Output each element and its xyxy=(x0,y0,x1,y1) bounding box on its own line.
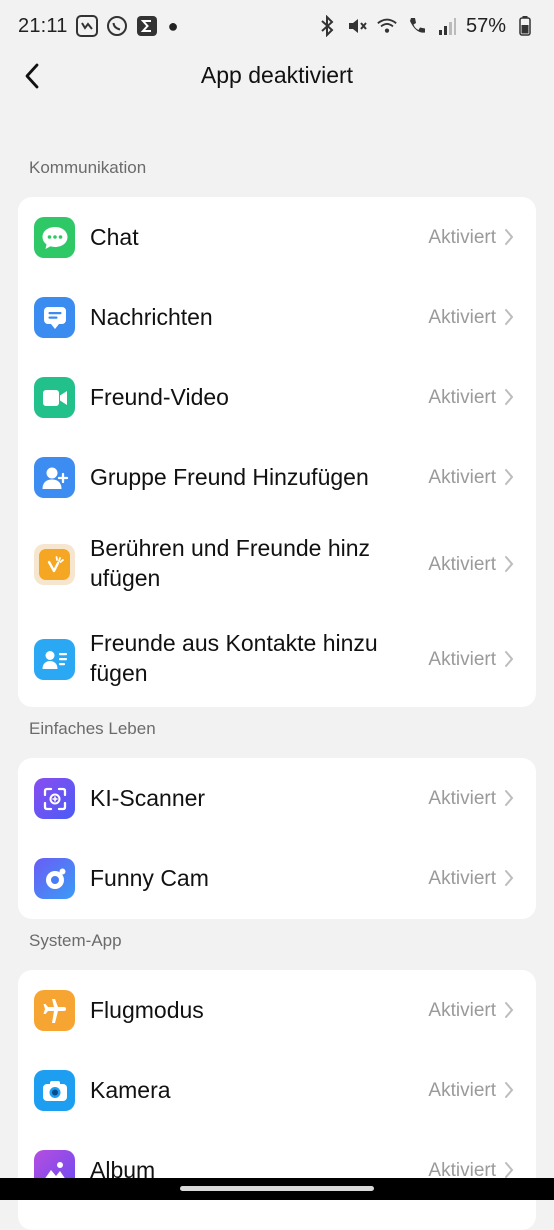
list-item-status: Aktiviert xyxy=(428,467,496,488)
list-item-status: Aktiviert xyxy=(428,1080,496,1101)
list-item-status: Aktiviert xyxy=(428,1000,496,1021)
list-item-label: Gruppe Freund Hinzufügen xyxy=(90,464,369,490)
list-item-status: Aktiviert xyxy=(428,307,496,328)
bluetooth-icon xyxy=(316,15,338,37)
card-einfaches-leben: KI-Scanner Aktiviert Funny Cam Aktiviert xyxy=(18,758,536,919)
status-bar-left: 21:11 ● xyxy=(18,15,178,38)
list-item-status: Aktiviert xyxy=(428,554,496,575)
list-item-ki-scanner[interactable]: KI-Scanner Aktiviert xyxy=(18,758,536,838)
card-kommunikation: Chat Aktiviert Nachrichten Aktiviert Fre… xyxy=(18,197,536,707)
list-item-funny-cam[interactable]: Funny Cam Aktiviert xyxy=(18,838,536,919)
list-item-label: Berühren und Freunde hinz ufügen xyxy=(90,535,371,591)
list-item-freunde-aus-kontakte[interactable]: Freunde aus Kontakte hinzu fügen Aktivie… xyxy=(18,611,536,707)
chat-bubble-icon xyxy=(34,217,75,258)
chevron-right-icon xyxy=(502,1160,516,1180)
chevron-right-icon xyxy=(502,467,516,487)
list-item-status: Aktiviert xyxy=(428,868,496,889)
airplane-icon xyxy=(34,990,75,1031)
funny-cam-icon xyxy=(34,858,75,899)
sigma-notification-icon xyxy=(136,15,158,37)
chevron-right-icon xyxy=(502,307,516,327)
list-item-chat[interactable]: Chat Aktiviert xyxy=(18,197,536,277)
contacts-icon xyxy=(34,639,75,680)
list-item-kamera[interactable]: Kamera Aktiviert xyxy=(18,1050,536,1130)
mute-icon xyxy=(346,15,368,37)
section-label-einfaches-leben: Einfaches Leben xyxy=(29,719,156,738)
message-icon xyxy=(34,297,75,338)
whatsapp-notification-icon xyxy=(106,15,128,37)
list-item-label: Funny Cam xyxy=(90,865,209,891)
wifi-call-icon xyxy=(376,15,398,37)
list-item-label: Flugmodus xyxy=(90,997,204,1023)
volte-call-icon xyxy=(406,15,428,37)
list-item-label: Nachrichten xyxy=(90,304,213,330)
list-item-status: Aktiviert xyxy=(428,227,496,248)
list-item-nachrichten[interactable]: Nachrichten Aktiviert xyxy=(18,277,536,357)
status-time: 21:11 xyxy=(18,14,68,37)
list-item-label: Freund-Video xyxy=(90,384,229,410)
chevron-right-icon xyxy=(502,1000,516,1020)
list-item-label: Freunde aus Kontakte hinzu fügen xyxy=(90,630,378,686)
chevron-right-icon xyxy=(502,387,516,407)
list-item-freund-video[interactable]: Freund-Video Aktiviert xyxy=(18,357,536,437)
status-bar: 21:11 ● 57% xyxy=(0,0,554,52)
list-item-label: Chat xyxy=(90,224,139,250)
list-item-gruppe-freund-hinzufuegen[interactable]: Gruppe Freund Hinzufügen Aktiviert xyxy=(18,437,536,517)
add-user-icon xyxy=(34,457,75,498)
chevron-right-icon xyxy=(502,227,516,247)
page-title: App deaktiviert xyxy=(200,62,354,88)
chevron-right-icon xyxy=(502,554,516,574)
signal-strength-icon xyxy=(436,15,458,37)
list-item-beruehren-und-freunde[interactable]: Berühren und Freunde hinz ufügen Aktivie… xyxy=(18,517,536,611)
home-indicator[interactable] xyxy=(180,1186,374,1191)
battery-icon xyxy=(514,15,536,37)
chevron-right-icon xyxy=(502,788,516,808)
video-camera-icon xyxy=(34,377,75,418)
list-item-status: Aktiviert xyxy=(428,788,496,809)
chevron-right-icon xyxy=(502,1080,516,1100)
list-item-status: Aktiviert xyxy=(428,649,496,670)
more-notifications-dot-icon: ● xyxy=(167,15,179,36)
navigation-bar xyxy=(0,1178,554,1200)
chevron-right-icon xyxy=(502,649,516,669)
header: App deaktiviert xyxy=(0,52,554,100)
status-bar-right: 57% xyxy=(316,15,536,38)
scanner-icon xyxy=(34,778,75,819)
list-item-label: Kamera xyxy=(90,1077,171,1103)
chevron-right-icon xyxy=(502,868,516,888)
camera-icon xyxy=(34,1070,75,1111)
list-item-label: KI-Scanner xyxy=(90,785,206,811)
touch-friends-icon xyxy=(34,544,75,585)
list-item-flugmodus[interactable]: Flugmodus Aktiviert xyxy=(18,970,536,1050)
list-item-status: Aktiviert xyxy=(428,387,496,408)
battery-percentage: 57% xyxy=(465,14,506,37)
section-label-system-app: System-App xyxy=(29,931,122,950)
imoo-notification-icon xyxy=(75,15,98,37)
section-label-kommunikation: Kommunikation xyxy=(29,158,147,177)
